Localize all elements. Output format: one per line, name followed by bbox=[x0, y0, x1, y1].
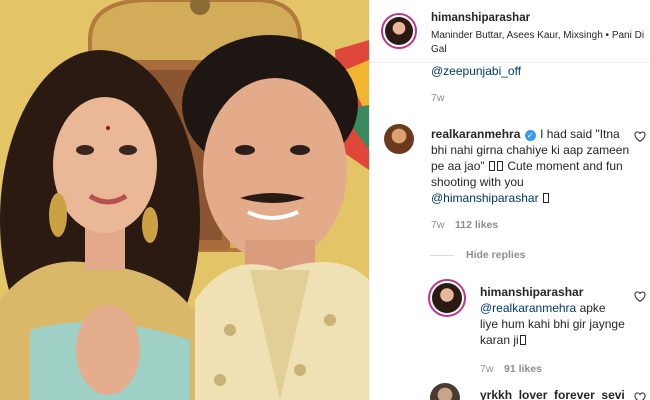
top-comment-mention[interactable]: @zeepunjabi_off bbox=[431, 63, 521, 79]
reply-mention[interactable]: @realkaranmehra bbox=[480, 301, 576, 315]
post-photo-illustration bbox=[0, 0, 369, 400]
comment-username[interactable]: realkaranmehra bbox=[431, 127, 520, 141]
commenter-avatar[interactable] bbox=[430, 383, 460, 400]
heart-icon[interactable] bbox=[634, 392, 646, 400]
emoji-icon bbox=[519, 335, 526, 345]
comment-mention[interactable]: @himanshiparashar bbox=[431, 191, 539, 205]
comment-age: 7w bbox=[431, 219, 445, 231]
heart-icon[interactable] bbox=[634, 291, 646, 303]
reply-likes[interactable]: 91 likes bbox=[504, 363, 542, 375]
author-username[interactable]: himanshiparashar bbox=[431, 12, 530, 24]
audio-subtitle[interactable]: Maninder Buttar, Asees Kaur, Mixsingh • … bbox=[431, 29, 649, 57]
emoji-icon bbox=[542, 193, 549, 203]
reply-body: himanshiparashar @realkaranmehra apke li… bbox=[480, 284, 625, 348]
verified-badge-icon: ✓ bbox=[524, 130, 536, 141]
emoji-icon bbox=[496, 161, 503, 171]
comments-panel: himanshiparashar Maninder Buttar, Asees … bbox=[369, 0, 650, 400]
post-header: himanshiparashar Maninder Buttar, Asees … bbox=[370, 0, 650, 63]
comment2-body: yrkkh_lover_forever_sevi_ bbox=[480, 387, 631, 400]
comment-body: realkaranmehra ✓ I had said "Itna bhi na… bbox=[431, 126, 631, 206]
post-photo bbox=[0, 0, 369, 400]
top-comment-age: 7w bbox=[431, 92, 445, 104]
reply-avatar[interactable] bbox=[428, 279, 466, 317]
reply-username[interactable]: himanshiparashar bbox=[480, 285, 583, 299]
comment-likes[interactable]: 112 likes bbox=[455, 219, 498, 231]
commenter-avatar[interactable] bbox=[384, 124, 414, 154]
hide-replies-button[interactable]: Hide replies bbox=[466, 249, 526, 261]
author-avatar[interactable] bbox=[381, 13, 417, 49]
hide-replies-line bbox=[430, 255, 454, 256]
heart-icon[interactable] bbox=[634, 131, 646, 143]
comment2-username[interactable]: yrkkh_lover_forever_sevi_ bbox=[480, 388, 631, 400]
emoji-icon bbox=[488, 161, 495, 171]
reply-age: 7w bbox=[480, 363, 494, 375]
